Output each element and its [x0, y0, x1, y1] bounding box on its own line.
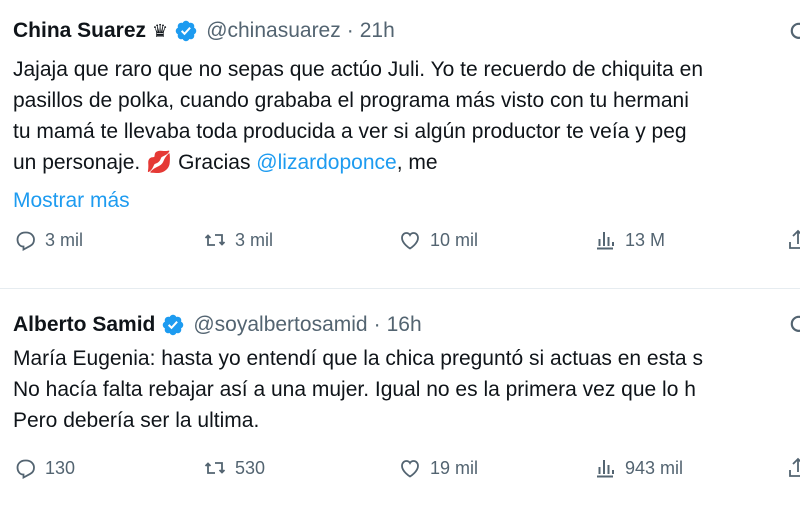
show-more-link[interactable]: Mostrar más: [13, 185, 130, 216]
kiss-emoji: 💋: [146, 151, 173, 174]
reply-count: 3 mil: [45, 229, 84, 250]
tweet-header: China Suarez ♛ @chinasuarez · 21h: [13, 18, 395, 44]
tweet-header: Alberto Samid @soyalbertosamid · 16h: [13, 312, 422, 338]
like-button[interactable]: 19 mil: [398, 456, 478, 480]
share-icon: [789, 457, 800, 477]
more-icon[interactable]: [788, 313, 800, 339]
share-icon: [789, 229, 800, 249]
views-icon: [597, 232, 614, 250]
tweet-text-line: María Eugenia: hasta yo entendí que la c…: [13, 347, 703, 370]
tweet[interactable]: China Suarez ♛ @chinasuarez · 21h Jajaja…: [0, 0, 800, 289]
text-fragment: Gracias: [172, 151, 257, 174]
like-icon: [401, 460, 419, 478]
reply-count: 130: [45, 457, 76, 478]
like-count: 10 mil: [430, 229, 479, 250]
views-button[interactable]: 943 mil: [593, 456, 683, 480]
mention-link[interactable]: @lizardoponce: [256, 151, 396, 174]
tweet-text-line: Pero debería ser la ultima.: [13, 409, 260, 432]
reply-icon: [16, 459, 35, 480]
views-count: 943 mil: [625, 457, 684, 478]
tweet-text: Jajaja que raro que no sepas que actúo J…: [13, 54, 800, 178]
tweet-text-line: un personaje. 💋 Gracias @lizardoponce, m…: [13, 147, 800, 178]
author-name[interactable]: Alberto Samid: [13, 312, 155, 338]
text-fragment: , me: [396, 151, 438, 174]
like-button[interactable]: 10 mil: [398, 228, 478, 252]
like-icon: [401, 232, 419, 250]
verified-badge-icon: [163, 314, 184, 336]
author-name[interactable]: China Suarez: [13, 18, 146, 44]
like-count: 19 mil: [430, 457, 479, 478]
tweet-text-line: tu mamá te llevaba toda producida a ver …: [13, 120, 687, 143]
reply-button[interactable]: 3 mil: [13, 228, 83, 252]
retweet-icon: [204, 462, 226, 474]
retweet-button[interactable]: 3 mil: [203, 228, 273, 252]
reply-button[interactable]: 130: [13, 456, 75, 480]
separator: ·: [346, 19, 354, 42]
tweet-text-line: pasillos de polka, cuando grababa el pro…: [13, 89, 689, 112]
separator: ·: [373, 313, 381, 336]
tweet[interactable]: Alberto Samid @soyalbertosamid · 16h Mar…: [0, 289, 800, 522]
tweet-feed: China Suarez ♛ @chinasuarez · 21h Jajaja…: [0, 0, 800, 522]
tweet-text-line: No hacía falta rebajar así a una mujer. …: [13, 378, 696, 401]
tweet-text: María Eugenia: hasta yo entendí que la c…: [13, 343, 800, 436]
views-icon: [597, 460, 614, 478]
tweet-text-line: Jajaja que raro que no sepas que actúo J…: [13, 58, 703, 81]
retweet-count: 530: [235, 457, 266, 478]
retweet-button[interactable]: 530: [203, 456, 265, 480]
more-icon[interactable]: [788, 20, 800, 46]
retweet-icon: [204, 234, 226, 246]
reply-icon: [16, 231, 35, 252]
author-handle[interactable]: @soyalbertosamid: [193, 312, 367, 338]
timestamp[interactable]: 16h: [387, 312, 422, 338]
share-button[interactable]: [786, 228, 800, 252]
views-count: 13 M: [625, 229, 666, 250]
timestamp[interactable]: 21h: [360, 18, 395, 44]
author-handle[interactable]: @chinasuarez: [206, 18, 341, 44]
crown-emoji: ♛: [152, 21, 169, 41]
retweet-count: 3 mil: [235, 229, 274, 250]
views-button[interactable]: 13 M: [593, 228, 665, 252]
text-fragment: un personaje.: [13, 151, 147, 174]
verified-badge-icon: [175, 20, 197, 42]
share-button[interactable]: [786, 456, 800, 480]
